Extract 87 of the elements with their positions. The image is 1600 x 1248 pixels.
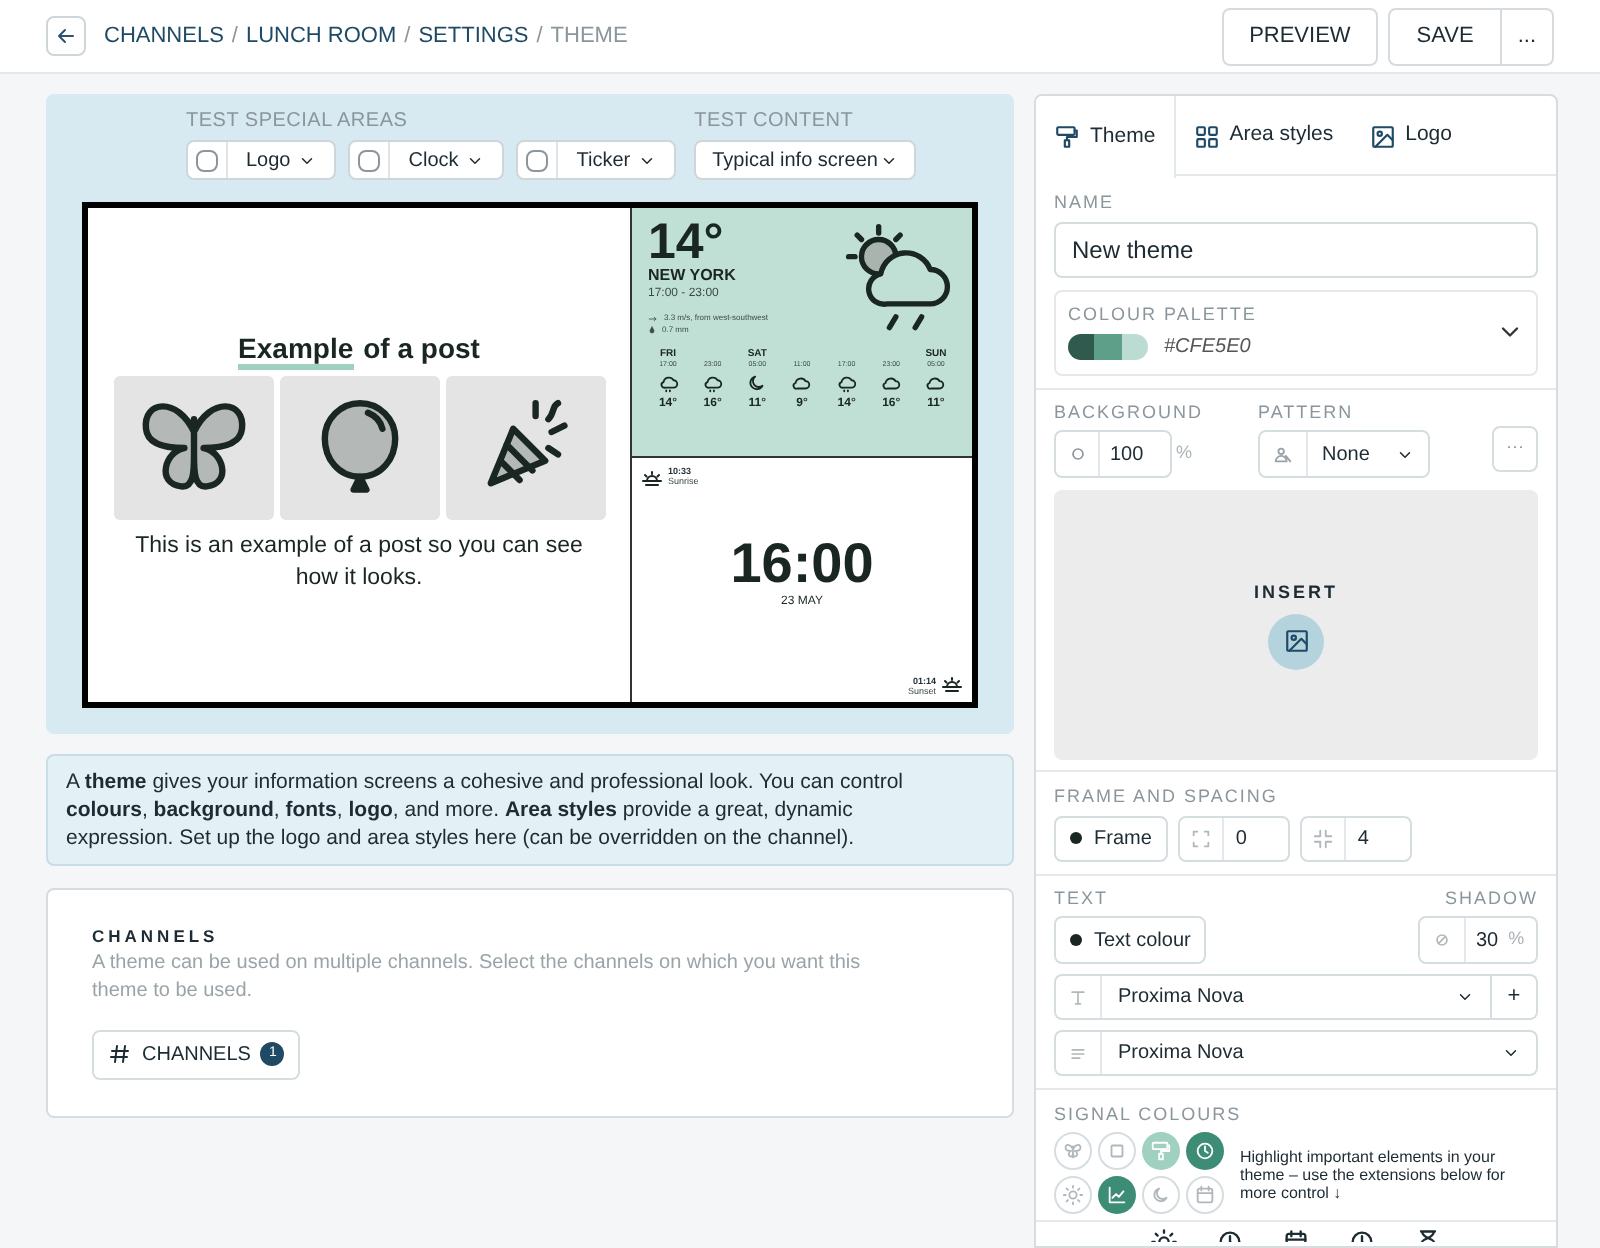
padding-field[interactable]: 0 [1177, 815, 1290, 861]
save-button[interactable]: SAVE [1388, 7, 1502, 65]
sunrise-icon [640, 466, 664, 490]
rain-cloud-icon [840, 218, 956, 334]
pattern-dropdown[interactable]: None [1258, 430, 1430, 478]
font-dropdown[interactable]: Proxima Nova [1054, 974, 1492, 1020]
tab[interactable]: Area styles [1175, 96, 1352, 176]
section-label: TEST CONTENT [694, 108, 856, 136]
unit-label: % [1176, 440, 1193, 467]
cloud-icon [790, 372, 813, 394]
grid-icon [1193, 123, 1220, 149]
frame-button[interactable]: Frame [1054, 815, 1168, 861]
butterfly-icon [1062, 1139, 1084, 1161]
clock-time: 16:00 [730, 534, 874, 594]
breadcrumb-separator: / [231, 21, 238, 52]
info-text: A theme gives your information screens a cohesive and professional look. You can control colours, background, fonts, logo, and more. Area styles provide a great, dynamic expression. Set up the logo and area styles here (can be overridden on the channel). [46, 754, 1014, 866]
sun-icon[interactable] [1150, 1227, 1178, 1241]
post-title: Example [238, 334, 354, 370]
brush-icon [1150, 1139, 1172, 1161]
square-icon [1106, 1139, 1128, 1161]
field-label: PATTERN [1258, 399, 1356, 425]
no-shadow-icon [1432, 930, 1452, 950]
checkbox[interactable] [358, 149, 381, 171]
field-label: SHADOW [1445, 885, 1538, 911]
more-button[interactable]: ... [1501, 7, 1554, 65]
tab[interactable]: Theme [1036, 96, 1176, 178]
spacing-icon [1311, 827, 1334, 849]
caret-icon [1502, 1044, 1520, 1062]
rain-cloud-icon [835, 372, 858, 394]
add-font-button[interactable]: + [1492, 974, 1538, 1020]
signal-colour-button[interactable] [1098, 1175, 1136, 1213]
rain-cloud-icon [657, 372, 679, 394]
breadcrumb-link[interactable]: CHANNELS [104, 19, 224, 53]
back-button[interactable] [46, 16, 86, 56]
arrow-left-icon [54, 24, 78, 48]
content-dropdown[interactable]: Typical info screen [694, 140, 917, 180]
moon-icon [746, 372, 769, 394]
post-text: This is an example of a post so you can see how it looks. [133, 532, 585, 594]
cloud-icon [880, 372, 903, 394]
temperature: 14° [648, 218, 724, 266]
breadcrumb-link[interactable]: SETTINGS [418, 19, 529, 53]
wind-icon [648, 313, 658, 323]
paragraph-icon [1068, 1043, 1088, 1063]
tab[interactable]: Logo [1351, 96, 1470, 176]
checkbox[interactable] [526, 149, 549, 171]
breadcrumb-separator: / [404, 21, 411, 52]
card-description: A theme can be used on multiple channels. Select the channels on which you want this theme to be used. [92, 949, 863, 1006]
circle-icon [1067, 444, 1087, 464]
name-input[interactable]: New theme [1054, 221, 1538, 277]
padding-icon [1189, 827, 1212, 849]
insert-label: INSERT [1253, 580, 1338, 607]
pattern-icon [1272, 443, 1294, 465]
field-label: FRAME AND SPACING [1054, 784, 1280, 810]
field-label: BACKGROUND [1054, 399, 1206, 425]
field-label: TEXT [1054, 885, 1109, 911]
rain-cloud-icon [701, 372, 724, 394]
font-dropdown[interactable]: Proxima Nova [1054, 1030, 1538, 1076]
preview-button[interactable]: PREVIEW [1221, 7, 1379, 65]
breadcrumb-separator: / [536, 21, 543, 52]
signal-note: Highlight important elements in your theme – use the extensions below for more control ↓ [1240, 1147, 1508, 1205]
field-label: SIGNAL COLOURS [1054, 1102, 1244, 1128]
checkbox[interactable] [196, 149, 218, 171]
field-label: NAME [1054, 190, 1117, 216]
raindrop-icon [648, 326, 656, 334]
moon-icon [1150, 1183, 1172, 1205]
opacity-field[interactable]: 100 [1054, 430, 1172, 478]
brush-icon [1054, 124, 1080, 150]
image-icon [1283, 628, 1309, 655]
post-title: of a post [363, 330, 480, 368]
hash-icon [108, 1042, 132, 1067]
spacing-field[interactable]: 4 [1299, 815, 1412, 861]
sunset-icon [940, 672, 964, 696]
sun-icon [1062, 1183, 1084, 1205]
text-icon [1068, 987, 1088, 1007]
insert-image-button[interactable] [1268, 613, 1324, 670]
shadow-field[interactable]: 30 % [1418, 916, 1538, 964]
text-colour-button[interactable]: Text colour [1054, 916, 1207, 964]
palette-dropdown[interactable]: COLOUR PALETTE #CFE5E0 [1054, 289, 1538, 375]
breadcrumb-link[interactable]: LUNCH ROOM [245, 19, 397, 53]
section-label: TEST SPECIAL AREAS [186, 108, 410, 136]
signal-colour-button[interactable] [1186, 1131, 1224, 1169]
cloud-icon [924, 372, 947, 394]
image-icon [1369, 123, 1396, 149]
card-title: CHANNELS [92, 924, 221, 950]
caret-icon [1456, 988, 1474, 1006]
chart-icon [1106, 1183, 1128, 1205]
city-name: NEW YORK [648, 266, 738, 286]
